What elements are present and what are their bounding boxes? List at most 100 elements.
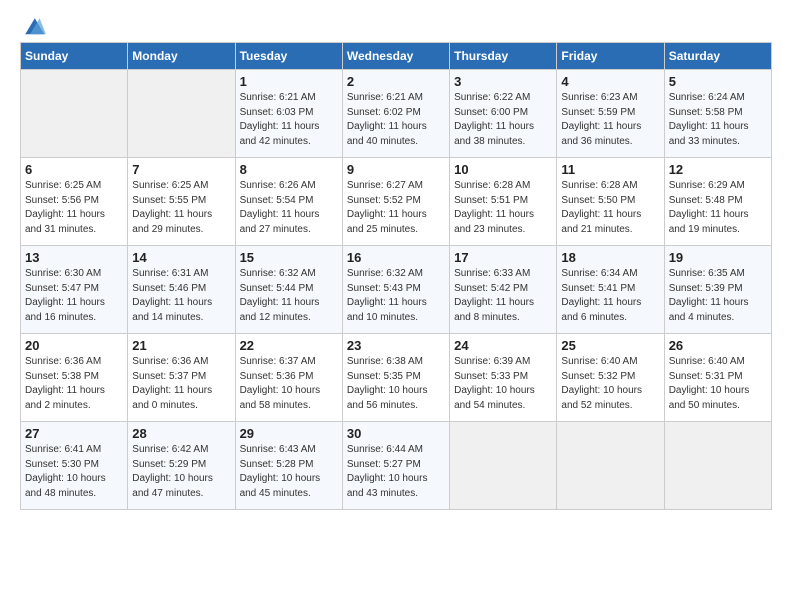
- day-detail: Sunrise: 6:43 AM Sunset: 5:28 PM Dayligh…: [240, 443, 338, 501]
- day-detail: Sunrise: 6:23 AM Sunset: 5:59 PM Dayligh…: [561, 91, 659, 149]
- day-number: 15: [240, 250, 338, 265]
- day-detail: Sunrise: 6:25 AM Sunset: 5:56 PM Dayligh…: [25, 179, 123, 237]
- day-number: 30: [347, 426, 445, 441]
- logo: [20, 16, 46, 38]
- day-detail: Sunrise: 6:33 AM Sunset: 5:42 PM Dayligh…: [454, 267, 552, 325]
- calendar-cell: 23 Sunrise: 6:38 AM Sunset: 5:35 PM Dayli…: [342, 334, 449, 422]
- day-number: 12: [669, 162, 767, 177]
- calendar-table: SundayMondayTuesdayWednesdayThursdayFrid…: [20, 42, 772, 510]
- day-number: 23: [347, 338, 445, 353]
- day-detail: Sunrise: 6:29 AM Sunset: 5:48 PM Dayligh…: [669, 179, 767, 237]
- day-number: 17: [454, 250, 552, 265]
- day-detail: Sunrise: 6:26 AM Sunset: 5:54 PM Dayligh…: [240, 179, 338, 237]
- day-number: 19: [669, 250, 767, 265]
- page-container: SundayMondayTuesdayWednesdayThursdayFrid…: [0, 0, 792, 526]
- day-detail: Sunrise: 6:21 AM Sunset: 6:03 PM Dayligh…: [240, 91, 338, 149]
- day-number: 20: [25, 338, 123, 353]
- day-number: 13: [25, 250, 123, 265]
- calendar-week-1: 1 Sunrise: 6:21 AM Sunset: 6:03 PM Daylig…: [21, 70, 772, 158]
- calendar-cell: 4 Sunrise: 6:23 AM Sunset: 5:59 PM Daylig…: [557, 70, 664, 158]
- weekday-header-saturday: Saturday: [664, 43, 771, 70]
- day-number: 11: [561, 162, 659, 177]
- weekday-header-wednesday: Wednesday: [342, 43, 449, 70]
- calendar-cell: 14Sunrise: 6:31 AM Sunset: 5:46 PM Dayli…: [128, 246, 235, 334]
- calendar-cell: 27Sunrise: 6:41 AM Sunset: 5:30 PM Dayli…: [21, 422, 128, 510]
- calendar-cell: 21Sunrise: 6:36 AM Sunset: 5:37 PM Dayli…: [128, 334, 235, 422]
- logo-icon: [22, 16, 46, 38]
- day-detail: Sunrise: 6:44 AM Sunset: 5:27 PM Dayligh…: [347, 443, 445, 501]
- day-number: 27: [25, 426, 123, 441]
- day-detail: Sunrise: 6:28 AM Sunset: 5:50 PM Dayligh…: [561, 179, 659, 237]
- day-number: 8: [240, 162, 338, 177]
- calendar-cell: 5 Sunrise: 6:24 AM Sunset: 5:58 PM Daylig…: [664, 70, 771, 158]
- calendar-cell: 26Sunrise: 6:40 AM Sunset: 5:31 PM Dayli…: [664, 334, 771, 422]
- calendar-week-5: 27Sunrise: 6:41 AM Sunset: 5:30 PM Dayli…: [21, 422, 772, 510]
- day-number: 5: [669, 74, 767, 89]
- calendar-cell: 12 Sunrise: 6:29 AM Sunset: 5:48 PM Dayli…: [664, 158, 771, 246]
- day-detail: Sunrise: 6:34 AM Sunset: 5:41 PM Dayligh…: [561, 267, 659, 325]
- calendar-week-3: 13 Sunrise: 6:30 AM Sunset: 5:47 PM Dayli…: [21, 246, 772, 334]
- page-header: [20, 16, 772, 38]
- calendar-cell: 19 Sunrise: 6:35 AM Sunset: 5:39 PM Dayli…: [664, 246, 771, 334]
- day-detail: Sunrise: 6:37 AM Sunset: 5:36 PM Dayligh…: [240, 355, 338, 413]
- calendar-cell: 13 Sunrise: 6:30 AM Sunset: 5:47 PM Dayli…: [21, 246, 128, 334]
- day-detail: Sunrise: 6:30 AM Sunset: 5:47 PM Dayligh…: [25, 267, 123, 325]
- calendar-cell: 1 Sunrise: 6:21 AM Sunset: 6:03 PM Daylig…: [235, 70, 342, 158]
- weekday-header-friday: Friday: [557, 43, 664, 70]
- calendar-cell: [450, 422, 557, 510]
- header-row: SundayMondayTuesdayWednesdayThursdayFrid…: [21, 43, 772, 70]
- day-detail: Sunrise: 6:28 AM Sunset: 5:51 PM Dayligh…: [454, 179, 552, 237]
- day-detail: Sunrise: 6:24 AM Sunset: 5:58 PM Dayligh…: [669, 91, 767, 149]
- day-number: 24: [454, 338, 552, 353]
- day-detail: Sunrise: 6:21 AM Sunset: 6:02 PM Dayligh…: [347, 91, 445, 149]
- calendar-cell: 20 Sunrise: 6:36 AM Sunset: 5:38 PM Dayli…: [21, 334, 128, 422]
- day-number: 2: [347, 74, 445, 89]
- calendar-cell: 11 Sunrise: 6:28 AM Sunset: 5:50 PM Dayli…: [557, 158, 664, 246]
- day-detail: Sunrise: 6:25 AM Sunset: 5:55 PM Dayligh…: [132, 179, 230, 237]
- calendar-cell: 18 Sunrise: 6:34 AM Sunset: 5:41 PM Dayli…: [557, 246, 664, 334]
- calendar-cell: 3Sunrise: 6:22 AM Sunset: 6:00 PM Daylig…: [450, 70, 557, 158]
- weekday-header-sunday: Sunday: [21, 43, 128, 70]
- day-detail: Sunrise: 6:27 AM Sunset: 5:52 PM Dayligh…: [347, 179, 445, 237]
- calendar-cell: 29 Sunrise: 6:43 AM Sunset: 5:28 PM Dayli…: [235, 422, 342, 510]
- calendar-cell: 17 Sunrise: 6:33 AM Sunset: 5:42 PM Dayli…: [450, 246, 557, 334]
- calendar-header: SundayMondayTuesdayWednesdayThursdayFrid…: [21, 43, 772, 70]
- calendar-cell: 24 Sunrise: 6:39 AM Sunset: 5:33 PM Dayli…: [450, 334, 557, 422]
- day-number: 16: [347, 250, 445, 265]
- calendar-cell: [557, 422, 664, 510]
- calendar-cell: 8 Sunrise: 6:26 AM Sunset: 5:54 PM Daylig…: [235, 158, 342, 246]
- calendar-cell: 30 Sunrise: 6:44 AM Sunset: 5:27 PM Dayli…: [342, 422, 449, 510]
- day-number: 18: [561, 250, 659, 265]
- day-number: 4: [561, 74, 659, 89]
- day-detail: Sunrise: 6:35 AM Sunset: 5:39 PM Dayligh…: [669, 267, 767, 325]
- calendar-cell: 15Sunrise: 6:32 AM Sunset: 5:44 PM Dayli…: [235, 246, 342, 334]
- day-number: 29: [240, 426, 338, 441]
- weekday-header-tuesday: Tuesday: [235, 43, 342, 70]
- day-number: 9: [347, 162, 445, 177]
- day-detail: Sunrise: 6:32 AM Sunset: 5:43 PM Dayligh…: [347, 267, 445, 325]
- day-detail: Sunrise: 6:39 AM Sunset: 5:33 PM Dayligh…: [454, 355, 552, 413]
- day-detail: Sunrise: 6:42 AM Sunset: 5:29 PM Dayligh…: [132, 443, 230, 501]
- calendar-cell: 22Sunrise: 6:37 AM Sunset: 5:36 PM Dayli…: [235, 334, 342, 422]
- calendar-week-4: 20 Sunrise: 6:36 AM Sunset: 5:38 PM Dayli…: [21, 334, 772, 422]
- calendar-cell: [21, 70, 128, 158]
- calendar-cell: 2 Sunrise: 6:21 AM Sunset: 6:02 PM Daylig…: [342, 70, 449, 158]
- calendar-cell: 28 Sunrise: 6:42 AM Sunset: 5:29 PM Dayli…: [128, 422, 235, 510]
- calendar-week-2: 6Sunrise: 6:25 AM Sunset: 5:56 PM Daylig…: [21, 158, 772, 246]
- day-number: 21: [132, 338, 230, 353]
- calendar-body: 1 Sunrise: 6:21 AM Sunset: 6:03 PM Daylig…: [21, 70, 772, 510]
- calendar-cell: 6Sunrise: 6:25 AM Sunset: 5:56 PM Daylig…: [21, 158, 128, 246]
- calendar-cell: 7 Sunrise: 6:25 AM Sunset: 5:55 PM Daylig…: [128, 158, 235, 246]
- day-detail: Sunrise: 6:36 AM Sunset: 5:38 PM Dayligh…: [25, 355, 123, 413]
- day-detail: Sunrise: 6:22 AM Sunset: 6:00 PM Dayligh…: [454, 91, 552, 149]
- calendar-cell: 25Sunrise: 6:40 AM Sunset: 5:32 PM Dayli…: [557, 334, 664, 422]
- day-number: 1: [240, 74, 338, 89]
- day-number: 28: [132, 426, 230, 441]
- day-number: 7: [132, 162, 230, 177]
- calendar-cell: 16 Sunrise: 6:32 AM Sunset: 5:43 PM Dayli…: [342, 246, 449, 334]
- calendar-cell: [128, 70, 235, 158]
- weekday-header-monday: Monday: [128, 43, 235, 70]
- day-number: 14: [132, 250, 230, 265]
- day-detail: Sunrise: 6:38 AM Sunset: 5:35 PM Dayligh…: [347, 355, 445, 413]
- day-detail: Sunrise: 6:40 AM Sunset: 5:31 PM Dayligh…: [669, 355, 767, 413]
